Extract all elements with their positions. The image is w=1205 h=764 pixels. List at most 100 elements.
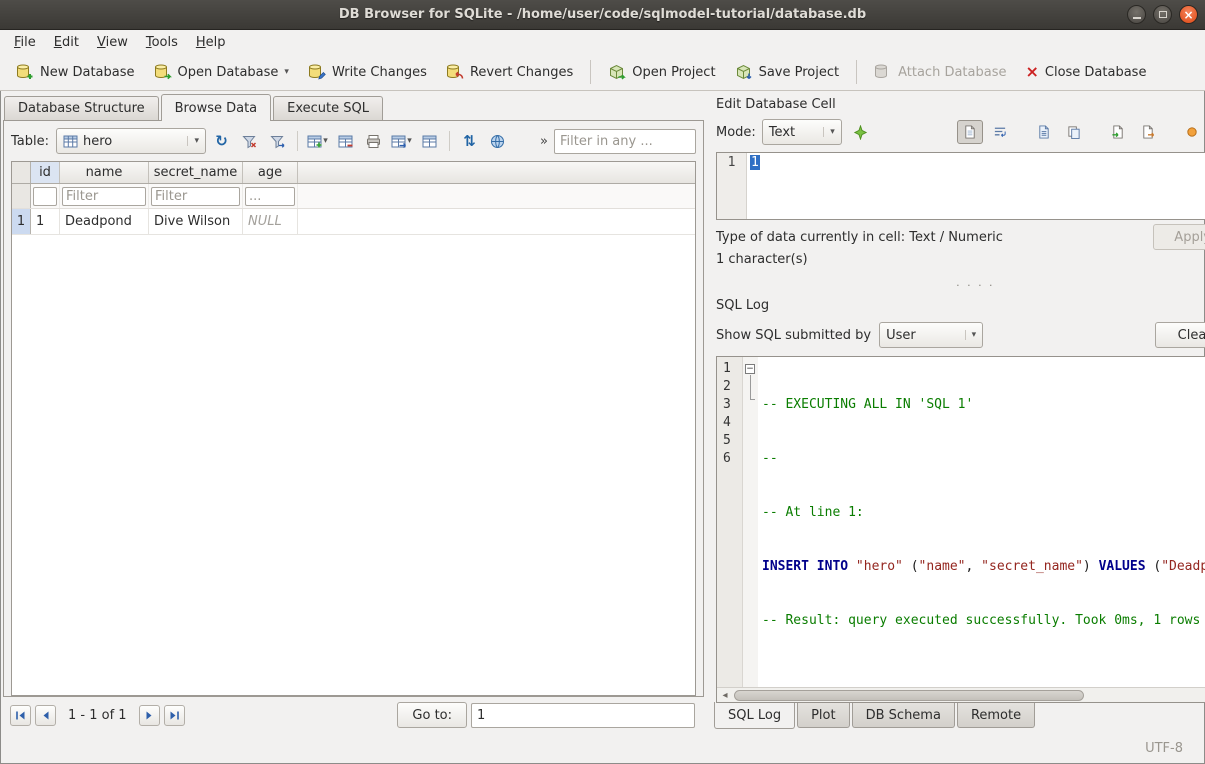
word-wrap-icon (993, 125, 1007, 139)
auto-format-button[interactable] (848, 120, 874, 144)
copy-cell-button[interactable] (1061, 120, 1087, 144)
grid-empty-area (12, 235, 695, 695)
column-header-filler (298, 162, 695, 183)
open-database-button[interactable]: Open Database ▾ (146, 58, 297, 86)
main-toolbar: New Database Open Database ▾ Write Chang… (0, 54, 1205, 91)
table-row: 1 1 Deadpond Dive Wilson NULL (12, 209, 695, 235)
filter-input-age[interactable] (245, 187, 295, 206)
sql-log-editor[interactable]: 1 2 3 4 5 6 − -- EXECUTING ALL IN 'SQL 1… (716, 356, 1205, 703)
goto-input[interactable] (471, 703, 695, 728)
new-database-button[interactable]: New Database (8, 58, 143, 86)
record-navigation: 1 - 1 of 1 Go to: (3, 697, 704, 733)
open-file-button[interactable] (1031, 120, 1057, 144)
refresh-icon: ↻ (215, 134, 228, 149)
statusbar: UTF-8 (0, 733, 1205, 764)
toolbar-overflow-icon[interactable]: » (537, 134, 551, 149)
menu-tools[interactable]: Tools (138, 32, 186, 53)
open-project-button[interactable]: Open Project (600, 58, 723, 86)
insert-record-dropdown-icon[interactable]: ▾ (323, 137, 328, 146)
column-header-id[interactable]: id (31, 162, 60, 183)
tab-browse-data[interactable]: Browse Data (161, 94, 272, 121)
sort-button[interactable]: ⇅ (457, 129, 482, 153)
save-filter-button[interactable] (265, 129, 290, 153)
tab-execute-sql[interactable]: Execute SQL (273, 96, 383, 120)
import-record-icon (422, 134, 437, 149)
clear-filters-button[interactable] (237, 129, 262, 153)
delete-record-icon (338, 134, 353, 149)
cell-editor-content[interactable]: 1 (747, 153, 1205, 219)
next-record-button[interactable] (139, 705, 160, 726)
export-cell-button[interactable] (1135, 120, 1161, 144)
table-label: Table: (11, 134, 49, 149)
write-changes-button[interactable]: Write Changes (300, 58, 435, 86)
column-header-secret-name[interactable]: secret_name (149, 162, 243, 183)
corner-header[interactable] (12, 162, 31, 183)
browse-data-frame: Table: hero ▾ ↻ ▾ (3, 120, 704, 697)
last-record-button[interactable] (164, 705, 185, 726)
cell-name[interactable]: Deadpond (60, 209, 149, 234)
text-mode-button[interactable] (957, 120, 983, 144)
open-database-dropdown-icon[interactable]: ▾ (284, 68, 289, 77)
maximize-button[interactable] (1153, 5, 1172, 24)
first-record-button[interactable] (10, 705, 31, 726)
horizontal-scrollbar[interactable]: ◂ ▸ (717, 687, 1205, 702)
cell-filler (298, 209, 695, 234)
cell-editor[interactable]: 1 1 (716, 152, 1205, 220)
row-header[interactable]: 1 (12, 209, 31, 234)
column-header-age[interactable]: age (243, 162, 298, 183)
export-record-dropdown-icon[interactable]: ▾ (407, 137, 412, 146)
refresh-button[interactable]: ↻ (209, 129, 234, 153)
cell-editor-icons (957, 120, 1205, 144)
window-title: DB Browser for SQLite - /home/user/code/… (339, 7, 866, 22)
toolbar-separator (449, 131, 450, 151)
previous-record-button[interactable] (35, 705, 56, 726)
close-database-button[interactable]: × Close Database (1017, 59, 1154, 85)
fold-margin: − (743, 357, 758, 702)
tab-remote[interactable]: Remote (957, 703, 1035, 728)
export-record-button[interactable]: ▾ (389, 129, 414, 153)
cell-editor-gutter: 1 (717, 153, 747, 219)
import-record-button[interactable] (417, 129, 442, 153)
filter-input-secret-name[interactable] (151, 187, 240, 206)
line-number: 6 (723, 450, 742, 468)
table-select[interactable]: hero ▾ (56, 128, 206, 154)
show-sql-label: Show SQL submitted by (716, 328, 871, 343)
tab-database-structure[interactable]: Database Structure (4, 96, 159, 120)
filter-input-name[interactable] (62, 187, 146, 206)
word-wrap-button[interactable] (987, 120, 1013, 144)
cell-id[interactable]: 1 (31, 209, 60, 234)
delete-record-button[interactable] (333, 129, 358, 153)
clear-log-button[interactable]: Clear (1155, 322, 1205, 348)
record-range-label: 1 - 1 of 1 (68, 708, 127, 723)
menu-help[interactable]: Help (188, 32, 234, 53)
menu-file[interactable]: File (6, 32, 44, 53)
insert-record-button[interactable]: ▾ (305, 129, 330, 153)
filter-input-id[interactable] (33, 187, 57, 206)
set-null-button[interactable] (1179, 120, 1205, 144)
import-cell-button[interactable] (1105, 120, 1131, 144)
tab-plot[interactable]: Plot (797, 703, 850, 728)
mode-select[interactable]: Text ▾ (762, 119, 842, 145)
column-header-name[interactable]: name (60, 162, 149, 183)
filter-any-input[interactable] (554, 129, 696, 154)
cell-secret-name[interactable]: Dive Wilson (149, 209, 243, 234)
save-project-button[interactable]: Save Project (727, 58, 848, 86)
print-button[interactable] (361, 129, 386, 153)
splitter-handle[interactable]: · · · · (710, 282, 1205, 294)
tab-sql-log[interactable]: SQL Log (714, 702, 795, 729)
minimize-button[interactable] (1127, 5, 1146, 24)
goto-button[interactable]: Go to: (397, 702, 467, 728)
encoding-button[interactable] (485, 129, 510, 153)
globe-icon (490, 134, 505, 149)
close-button[interactable]: × (1179, 5, 1198, 24)
tab-db-schema[interactable]: DB Schema (852, 703, 955, 728)
line-number: 2 (723, 378, 742, 396)
scrollbar-thumb[interactable] (734, 690, 1084, 701)
revert-changes-button[interactable]: Revert Changes (438, 58, 581, 86)
cell-age[interactable]: NULL (243, 209, 298, 234)
submitter-select[interactable]: User ▾ (879, 322, 983, 348)
menu-view[interactable]: View (89, 32, 136, 53)
menu-edit[interactable]: Edit (46, 32, 87, 53)
fold-collapse-icon[interactable]: − (745, 364, 755, 374)
scroll-left-icon[interactable]: ◂ (717, 688, 733, 702)
